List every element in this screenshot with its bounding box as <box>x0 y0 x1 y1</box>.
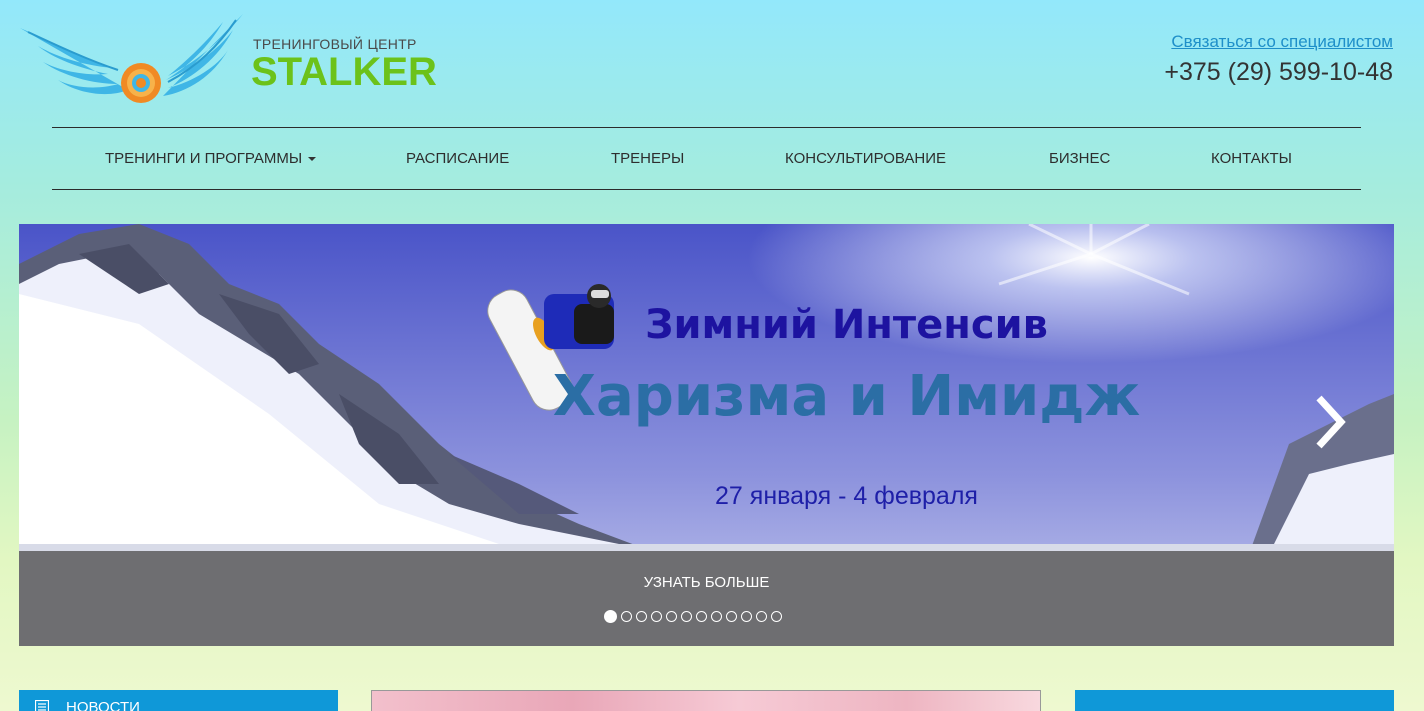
caption-bar <box>19 551 1394 646</box>
nav-item-schedule[interactable]: РАСПИСАНИЕ <box>406 128 509 189</box>
carousel-dot[interactable] <box>666 611 677 622</box>
caret-down-icon <box>308 157 317 162</box>
nav-item-label: БИЗНЕС <box>1049 150 1111 167</box>
phone-number: +375 (29) 599-10-48 <box>1164 58 1393 86</box>
carousel-indicators <box>604 610 782 627</box>
news-label: НОВОСТИ <box>66 699 140 711</box>
nav-item-business[interactable]: БИЗНЕС <box>1049 128 1110 189</box>
contact-block: Связаться со специалистом +375 (29) 599-… <box>1164 32 1393 87</box>
carousel-dot[interactable] <box>726 611 737 622</box>
carousel-dot[interactable] <box>636 611 647 622</box>
carousel-dot[interactable] <box>696 611 707 622</box>
news-section-header[interactable]: НОВОСТИ <box>19 690 338 711</box>
newspaper-icon <box>35 700 49 711</box>
slide-subtitle: Харизма и Имидж <box>552 364 1141 429</box>
featured-photo[interactable] <box>371 690 1041 711</box>
slide-dates: 27 января - 4 февраля <box>715 482 978 510</box>
nav-item-consulting[interactable]: КОНСУЛЬТИРОВАНИЕ <box>785 128 946 189</box>
carousel-dot[interactable] <box>741 611 752 622</box>
chevron-left-icon[interactable] <box>61 394 101 450</box>
carousel-dot[interactable] <box>711 611 722 622</box>
learn-more-button[interactable]: УЗНАТЬ БОЛЬШЕ <box>19 574 1394 591</box>
nav-item-trainers[interactable]: ТРЕНЕРЫ <box>611 128 684 189</box>
right-section-header[interactable] <box>1075 690 1394 711</box>
nav-item-contacts[interactable]: КОНТАКТЫ <box>1211 128 1292 189</box>
nav-item-label: КОНТАКТЫ <box>1211 150 1292 167</box>
carousel-dot[interactable] <box>771 611 782 622</box>
nav-item-label: ТРЕНИНГИ И ПРОГРАММЫ <box>105 150 303 167</box>
carousel-dot[interactable] <box>621 611 632 622</box>
site-header: ТРЕНИНГОВЫЙ ЦЕНТР STALKER Связаться со с… <box>0 0 1424 120</box>
chevron-right-icon[interactable] <box>1309 394 1349 450</box>
nav-item-label: РАСПИСАНИЕ <box>406 150 510 167</box>
main-nav: ТРЕНИНГИ И ПРОГРАММЫ РАСПИСАНИЕ ТРЕНЕРЫ … <box>52 127 1361 190</box>
logo-title: STALKER <box>251 50 437 94</box>
carousel-dot[interactable] <box>756 611 767 622</box>
carousel-dot[interactable] <box>651 611 662 622</box>
carousel-dot[interactable] <box>681 611 692 622</box>
wings-sun-logo-icon <box>20 14 243 103</box>
hero-carousel: Зимний Интенсив Харизма и Имидж 27 январ… <box>19 224 1394 646</box>
slide-title: Зимний Интенсив <box>645 302 1048 348</box>
contact-specialist-link[interactable]: Связаться со специалистом <box>1164 32 1393 52</box>
nav-item-label: ТРЕНЕРЫ <box>611 150 685 167</box>
logo[interactable]: ТРЕНИНГОВЫЙ ЦЕНТР STALKER <box>18 10 438 110</box>
nav-item-label: КОНСУЛЬТИРОВАНИЕ <box>785 150 947 167</box>
nav-item-trainings[interactable]: ТРЕНИНГИ И ПРОГРАММЫ <box>105 128 317 189</box>
carousel-dot[interactable] <box>604 610 617 623</box>
